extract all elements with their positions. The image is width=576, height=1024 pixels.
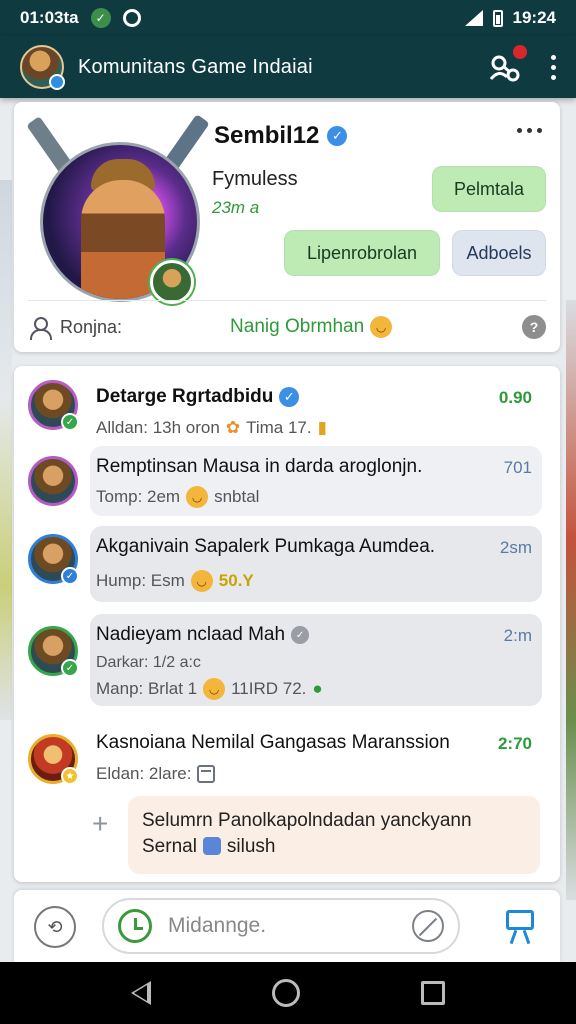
reply-bubble[interactable]: Selumrn Panolkapolndadan yanckyann Serna… <box>128 796 540 874</box>
home-icon[interactable] <box>271 979 300 1007</box>
list-item[interactable]: ✓ Detarge Rgrtadbidu ✓ Alldan: 13h oron ✿… <box>14 376 560 446</box>
verified-icon: ✓ <box>327 126 348 146</box>
chat-subtitle: Eldan: 2lare: <box>96 764 192 783</box>
chat-meta: Manp: Brlat 1 <box>96 679 198 698</box>
message-input[interactable]: Midannge. <box>168 914 412 938</box>
signal-icon <box>464 10 483 26</box>
verified-icon: ✓ <box>279 387 300 407</box>
chat-subtitle: Darkar: 1/2 a:c <box>96 654 201 671</box>
profile-hero-image[interactable] <box>26 112 210 304</box>
sync-icon <box>122 9 141 27</box>
chat-time: 701 <box>503 458 532 477</box>
chat-meta: snbtal <box>214 487 260 506</box>
divider <box>28 300 546 301</box>
emoji-icon: ◡ <box>370 316 393 338</box>
reply-text: Selumrn Panolkapolndadan yanckyann <box>142 810 472 831</box>
more-options-icon[interactable] <box>517 128 542 133</box>
reply-text: Sernal <box>142 835 197 857</box>
add-icon[interactable]: + <box>92 808 108 840</box>
chat-meta: 11IRD 72. <box>231 679 307 698</box>
chat-time: 2sm <box>499 538 532 557</box>
profile-name-text: Sembil12 <box>214 122 320 149</box>
avatar: ✓ <box>28 380 79 431</box>
overflow-menu-icon[interactable] <box>551 54 556 80</box>
system-nav-bar <box>0 962 576 1024</box>
attach-button[interactable]: ⟲ <box>34 906 76 948</box>
chat-title: Akganivain Sapalerk Pumkaga Aumdea. <box>96 536 436 557</box>
verified-icon <box>49 74 65 90</box>
app-title: Komunitans Game Indaiai <box>78 55 313 78</box>
profile-footer: Ronjna: Nanig Obrmhan ◡ ? <box>28 312 546 342</box>
profile-card: Sembil12 ✓ Fymuless 23m a Pelmtala Lipen… <box>14 102 560 352</box>
chat-subtitle: Tomp: 2em <box>96 487 181 506</box>
info-icon[interactable]: ? <box>522 315 546 339</box>
back-icon[interactable] <box>130 981 151 1005</box>
emoji-icon: ◡ <box>186 486 209 508</box>
person-icon <box>28 316 52 340</box>
app-bar: Komunitans Game Indaiai <box>0 36 576 98</box>
profile-name: Sembil12 ✓ <box>214 122 348 150</box>
background-edge <box>566 300 576 900</box>
chat-meta: 50.Y <box>218 571 254 590</box>
message-field[interactable]: Midannge. <box>102 898 460 954</box>
status-clock: 19:24 <box>512 8 556 27</box>
emoji-icon: ◡ <box>190 570 213 592</box>
chat-title: Nadieyam nclaad Mah <box>96 624 286 645</box>
timer-icon[interactable] <box>118 909 152 943</box>
role-label: Ronjna: <box>60 316 123 337</box>
avatar: ★ <box>28 734 79 785</box>
chat-title: Remptinsan Mausa in darda aroglonjn. <box>96 456 423 477</box>
reply-text: silush <box>226 835 276 857</box>
chat-subtitle: Alldan: 13h oron <box>96 418 220 437</box>
verified-icon: ✓ <box>61 567 79 585</box>
calendar-icon <box>197 765 216 783</box>
notification-badge <box>511 43 529 61</box>
block-icon[interactable] <box>412 910 444 942</box>
now-playing[interactable]: Nanig Obrmhan ◡ <box>230 316 393 338</box>
star-icon: ★ <box>61 767 79 785</box>
status-time: 01:03ta <box>20 8 79 27</box>
avatar <box>28 456 78 506</box>
secondary-action-button[interactable]: Adboels <box>452 230 546 276</box>
notification-icon: ✓ <box>90 8 111 28</box>
list-item[interactable]: Remptinsan Mausa in darda aroglonjn. Tom… <box>14 446 560 518</box>
community-avatar[interactable] <box>20 45 65 90</box>
chat-list: ✓ Detarge Rgrtadbidu ✓ Alldan: 13h oron ✿… <box>14 366 560 882</box>
chat-subtitle: Hump: Esm <box>96 571 185 590</box>
status-bar: 01:03ta ✓ 19:24 <box>0 0 576 36</box>
profile-status: Fymuless <box>212 168 298 190</box>
chat-title: Kasnoiana Nemilal Gangasas Maranssion <box>96 732 450 753</box>
mini-avatar <box>150 260 194 304</box>
avatar: ✓ <box>28 626 79 677</box>
recents-icon[interactable] <box>421 981 446 1005</box>
thumb-icon: ▮ <box>317 418 327 437</box>
top-action-button[interactable]: Pelmtala <box>432 166 546 212</box>
screen-share-icon[interactable] <box>506 910 534 945</box>
chat-time: 2:m <box>503 626 532 645</box>
battery-icon <box>492 9 503 27</box>
now-playing-label: Nanig Obrmhan <box>230 316 365 337</box>
message-input-bar: ⟲ Midannge. <box>14 890 560 962</box>
emoji-icon: ◡ <box>203 678 226 700</box>
sparkle-icon: ✿ <box>225 418 241 437</box>
leaf-icon: ● <box>312 679 323 698</box>
read-icon: ✓ <box>291 626 310 644</box>
online-icon: ✓ <box>61 413 79 431</box>
list-item[interactable]: ✓ Nadieyam nclaad Mah ✓ Darkar: 1/2 a:c M… <box>14 614 560 710</box>
avatar: ✓ <box>28 534 79 585</box>
attachment-icon <box>202 837 221 856</box>
chat-time: 0.90 <box>498 388 532 407</box>
members-icon[interactable] <box>487 43 529 85</box>
chat-time: 2:70 <box>497 734 532 753</box>
profile-status-time: 23m a <box>212 198 260 217</box>
chat-meta: Tima 17. <box>246 418 312 437</box>
list-item[interactable]: ✓ Akganivain Sapalerk Pumkaga Aumdea. Hu… <box>14 526 560 606</box>
start-chat-button[interactable]: Lipenrobrolan <box>284 230 440 276</box>
chat-title: Detarge Rgrtadbidu <box>96 386 274 407</box>
list-item[interactable]: ★ Kasnoiana Nemilal Gangasas Maranssion … <box>14 722 560 792</box>
background-edge <box>0 180 12 720</box>
online-icon: ✓ <box>61 659 79 677</box>
